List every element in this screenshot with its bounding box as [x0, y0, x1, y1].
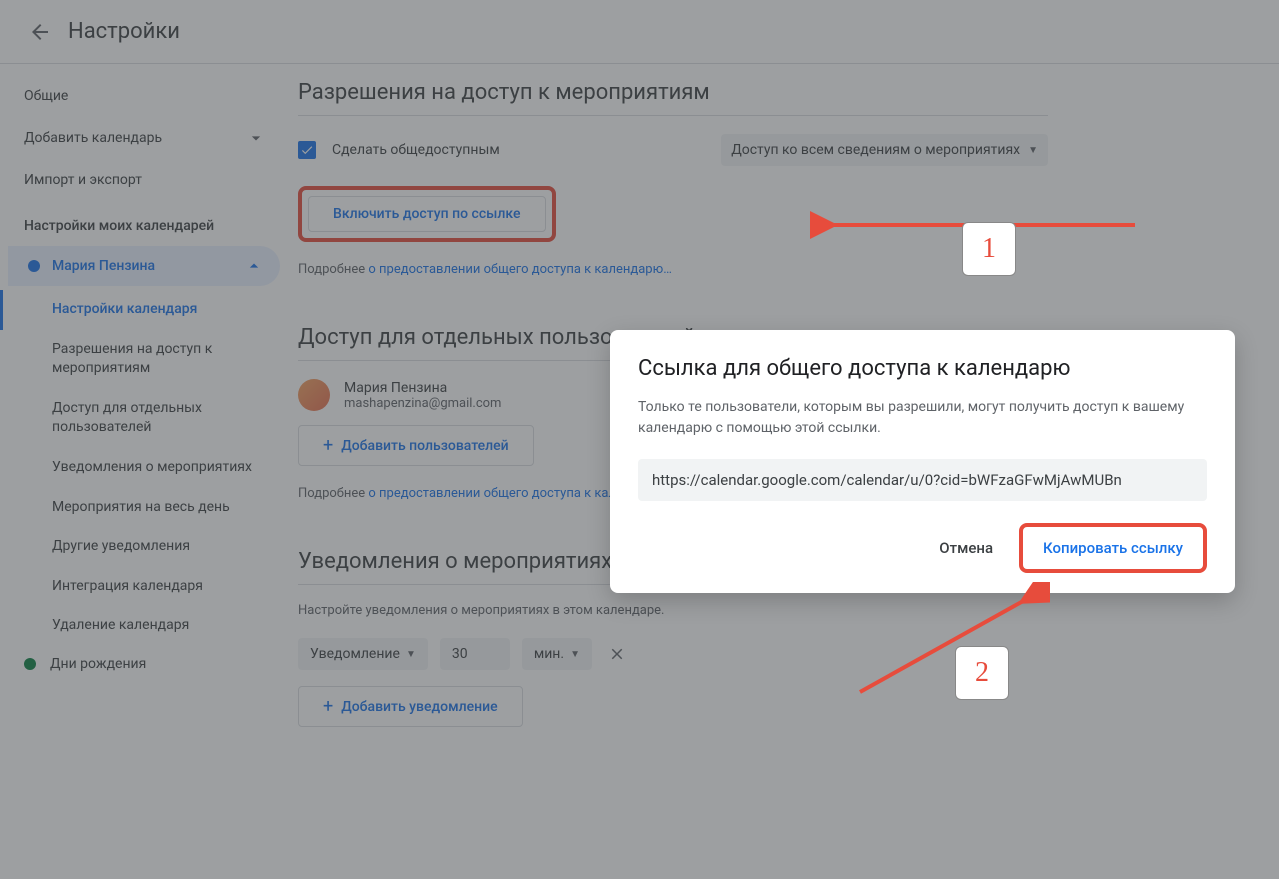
annotation-number-2: 2 [955, 646, 1009, 700]
annotation-number-1: 1 [962, 222, 1016, 276]
annotation-arrow-2 [850, 582, 1050, 702]
dialog-title: Ссылка для общего доступа к календарю [638, 356, 1207, 381]
copy-link-button[interactable]: Копировать ссылку [1031, 531, 1195, 565]
share-link-dialog: Ссылка для общего доступа к календарю То… [610, 330, 1235, 593]
cancel-button[interactable]: Отмена [927, 531, 1005, 565]
annotation-frame-2: Копировать ссылку [1019, 523, 1207, 573]
dialog-actions: Отмена Копировать ссылку [638, 523, 1207, 573]
dialog-description: Только те пользователи, которым вы разре… [638, 397, 1207, 439]
share-url-field[interactable]: https://calendar.google.com/calendar/u/0… [638, 459, 1207, 501]
